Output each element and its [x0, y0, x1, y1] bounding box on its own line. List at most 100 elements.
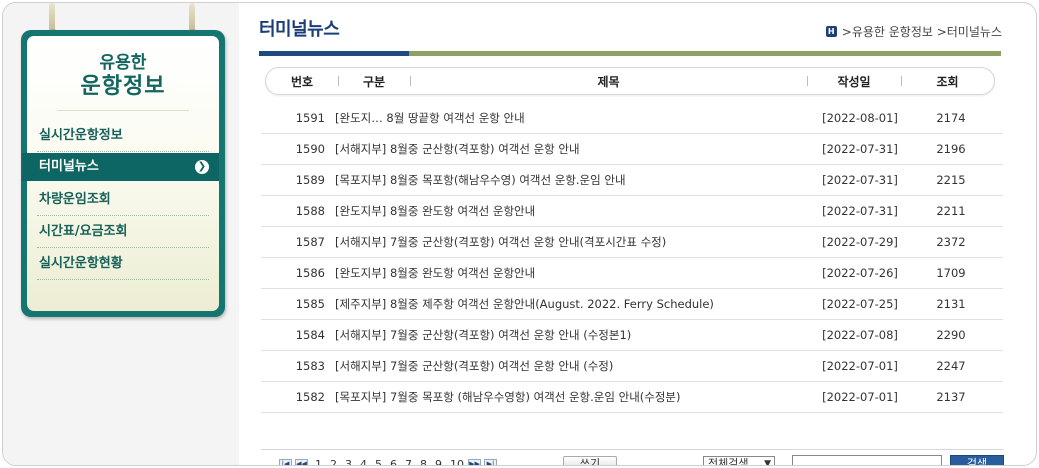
- table-row: 1583 [서해지부] 7월중 군산항(격포항) 여객선 운항 안내 (수정) [2…: [261, 351, 1003, 382]
- row-views: 2137: [936, 390, 966, 404]
- sidebar-title-main: 운항정보: [80, 73, 166, 99]
- write-button[interactable]: 쓰기: [563, 456, 617, 465]
- sidebar-item-terminal-news[interactable]: 터미널뉴스 ❯: [22, 153, 219, 181]
- row-number: 1588: [295, 204, 325, 218]
- row-date: [2022-07-08]: [822, 328, 898, 342]
- table-row: 1584 [서해지부] 7월중 군산항(격포항) 여객선 운항 안내 (수정본1)…: [261, 320, 1003, 351]
- chevron-down-icon: ▼: [764, 459, 771, 466]
- row-views: 2372: [936, 235, 966, 249]
- row-date: [2022-08-01]: [822, 111, 898, 125]
- table-row: 1589 [목포지부] 8월중 목포항(해남우수영) 여객선 운항.운임 안내 [2…: [261, 165, 1003, 196]
- sidebar-item-realtime-status[interactable]: 실시간운항현황: [37, 248, 209, 280]
- news-list: 1591 [완도지… 8월 땅끝항 여객선 운항 안내 [2022-08-01] 21…: [261, 103, 1003, 413]
- row-views: 2215: [936, 173, 966, 187]
- page-link[interactable]: 1: [315, 458, 322, 466]
- table-header: 번호 구분 제목 작성일 조회: [265, 67, 995, 95]
- arrow-right-icon: ❯: [195, 160, 209, 174]
- row-views: 2174: [936, 111, 966, 125]
- page-link[interactable]: 3: [345, 458, 352, 466]
- page-link[interactable]: 4: [360, 458, 367, 466]
- row-views: 2211: [936, 204, 966, 218]
- sidebar-item-label: 실시간운항현황: [39, 256, 123, 271]
- sidebar-item-timetable-fare[interactable]: 시간표/요금조회: [37, 216, 209, 248]
- sidebar-panel: 유용한 운항정보 실시간운항정보 터미널뉴스 ❯ 차량운임조회 시간표/요금조회 …: [22, 36, 219, 311]
- page-link[interactable]: 2: [330, 458, 337, 466]
- table-row: 1582 [목포지부] 7월중 목포항 (해남우수영항) 여객선 운항.운임 안내…: [261, 382, 1003, 413]
- page-link[interactable]: 5: [375, 458, 382, 466]
- row-title-link[interactable]: [완도지… 8월 땅끝항 여객선 운항 안내: [325, 110, 805, 126]
- table-row: 1585 [제주지부] 8월중 제주항 여객선 운항안내(August. 2022…: [261, 289, 1003, 320]
- next-page-icon[interactable]: ▶▶: [468, 458, 481, 465]
- table-row: 1591 [완도지… 8월 땅끝항 여객선 운항 안내 [2022-08-01] 21…: [261, 103, 1003, 134]
- page-link[interactable]: 7: [405, 458, 412, 466]
- sidebar-item-label: 차량운임조회: [39, 192, 111, 207]
- search-button[interactable]: 검색: [950, 455, 1004, 465]
- table-row: 1588 [완도지부] 8월중 완도항 여객선 운항안내 [2022-07-31] 2…: [261, 196, 1003, 227]
- table-row: 1590 [서해지부] 8월중 군산항(격포항) 여객선 운항 안내 [2022-0…: [261, 134, 1003, 165]
- row-date: [2022-07-31]: [822, 204, 898, 218]
- column-header-views: 조회: [901, 73, 994, 90]
- row-number: 1585: [295, 297, 325, 311]
- row-title-link[interactable]: [목포지부] 8월중 목포항(해남우수영) 여객선 운항.운임 안내: [325, 172, 805, 188]
- row-number: 1584: [295, 328, 325, 342]
- row-number: 1591: [295, 111, 325, 125]
- sidebar-item-label: 시간표/요금조회: [39, 224, 128, 239]
- row-date: [2022-07-29]: [822, 235, 898, 249]
- breadcrumb-path: >유용한 운항정보 >터미널뉴스: [841, 25, 1002, 39]
- search-scope-select[interactable]: 전체검색 ▼: [703, 456, 775, 466]
- search-scope-value: 전체검색: [708, 457, 749, 466]
- row-number: 1583: [295, 359, 325, 373]
- column-header-category: 구분: [338, 73, 410, 90]
- row-number: 1590: [295, 142, 325, 156]
- page-link[interactable]: 9: [435, 458, 442, 466]
- row-date: [2022-07-26]: [822, 266, 898, 280]
- search-input[interactable]: [792, 455, 942, 465]
- row-views: 2247: [936, 359, 966, 373]
- row-views: 2290: [936, 328, 966, 342]
- column-header-number: 번호: [290, 74, 314, 89]
- row-title-link[interactable]: [완도지부] 8월중 완도항 여객선 운항안내: [325, 203, 805, 219]
- page-link[interactable]: 8: [420, 458, 427, 466]
- row-number: 1586: [295, 266, 325, 280]
- column-header-title: 제목: [410, 73, 807, 90]
- sidebar-item-realtime-info[interactable]: 실시간운항정보: [37, 120, 209, 152]
- pagination: |◀ ◀◀ 1 2 3 4 5 6 7 8 9 10 ▶▶ ▶|: [279, 457, 500, 466]
- row-date: [2022-07-01]: [822, 390, 898, 404]
- prev-page-icon[interactable]: ◀◀: [295, 458, 308, 465]
- row-views: 2196: [936, 142, 966, 156]
- page-link[interactable]: 10: [450, 458, 464, 466]
- table-bottom-divider: [261, 449, 1003, 450]
- row-views: 2131: [936, 297, 966, 311]
- row-title-link[interactable]: [서해지부] 7월중 군산항(격포항) 여객선 운항 안내(격포시간표 수정): [325, 234, 805, 250]
- column-header-date: 작성일: [807, 73, 901, 90]
- app-frame: 유용한 운항정보 실시간운항정보 터미널뉴스 ❯ 차량운임조회 시간표/요금조회 …: [2, 2, 1037, 466]
- row-title-link[interactable]: [서해지부] 7월중 군산항(격포항) 여객선 운항 안내 (수정): [325, 358, 805, 374]
- sidebar-item-label: 실시간운항정보: [39, 128, 123, 143]
- sidebar-item-label: 터미널뉴스: [39, 159, 99, 174]
- row-title-link[interactable]: [서해지부] 7월중 군산항(격포항) 여객선 운항 안내 (수정본1): [325, 327, 805, 343]
- sidebar-menu: 실시간운항정보 터미널뉴스 ❯ 차량운임조회 시간표/요금조회 실시간운항현황: [22, 120, 219, 280]
- row-title-link[interactable]: [완도지부] 8월중 완도항 여객선 운항안내: [325, 265, 805, 281]
- row-date: [2022-07-31]: [822, 142, 898, 156]
- table-row: 1587 [서해지부] 7월중 군산항(격포항) 여객선 운항 안내(격포시간표 …: [261, 227, 1003, 258]
- row-date: [2022-07-01]: [822, 359, 898, 373]
- sidebar-divider: [57, 110, 189, 111]
- row-title-link[interactable]: [서해지부] 8월중 군산항(격포항) 여객선 운항 안내: [325, 141, 805, 157]
- sidebar-title: 유용한 운항정보: [27, 53, 219, 99]
- row-views: 1709: [936, 266, 966, 280]
- row-title-link[interactable]: [목포지부] 7월중 목포항 (해남우수영항) 여객선 운항.운임 안내(수정분…: [325, 389, 805, 405]
- row-date: [2022-07-25]: [822, 297, 898, 311]
- row-number: 1587: [295, 235, 325, 249]
- page-title: 터미널뉴스: [259, 19, 340, 40]
- sidebar-item-vehicle-fare[interactable]: 차량운임조회: [37, 184, 209, 216]
- row-number: 1582: [295, 390, 325, 404]
- home-icon[interactable]: H: [825, 26, 837, 37]
- title-underline: [259, 51, 1001, 56]
- sidebar: 유용한 운항정보 실시간운항정보 터미널뉴스 ❯ 차량운임조회 시간표/요금조회 …: [21, 30, 225, 317]
- page-link[interactable]: 6: [390, 458, 397, 466]
- last-page-icon[interactable]: ▶|: [484, 458, 497, 465]
- table-row: 1586 [완도지부] 8월중 완도항 여객선 운항안내 [2022-07-26] 1…: [261, 258, 1003, 289]
- row-date: [2022-07-31]: [822, 173, 898, 187]
- first-page-icon[interactable]: |◀: [279, 458, 292, 465]
- row-title-link[interactable]: [제주지부] 8월중 제주항 여객선 운항안내(August. 2022. Fe…: [325, 296, 805, 312]
